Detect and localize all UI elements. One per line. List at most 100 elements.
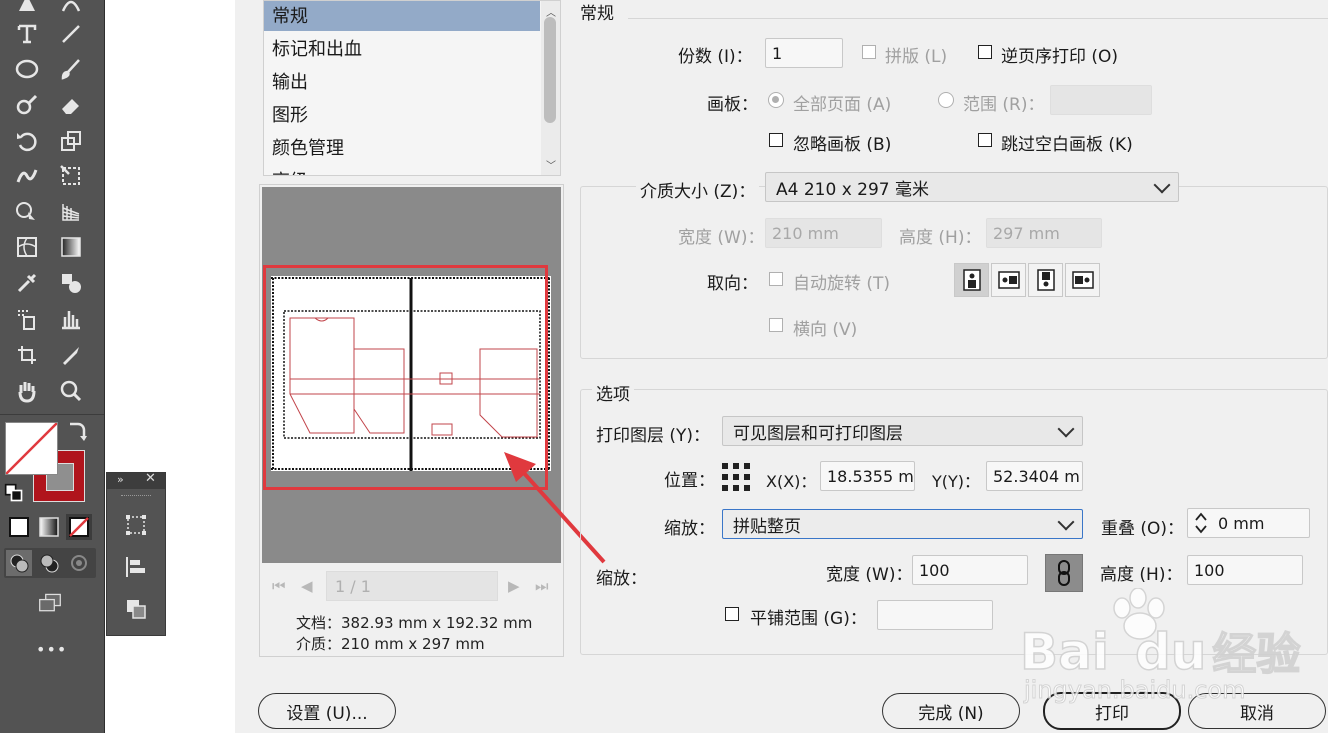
rotate-icon[interactable]	[12, 126, 42, 156]
shape-builder-icon[interactable]	[12, 197, 42, 227]
eyedropper-icon[interactable]	[12, 268, 42, 298]
category-item-general[interactable]: 常规	[264, 1, 540, 31]
pen-icon[interactable]	[12, 0, 42, 18]
none-mode-icon[interactable]	[66, 514, 92, 540]
y-label: Y(Y)：	[932, 472, 981, 491]
portrait-icon	[962, 269, 981, 291]
align-left-icon[interactable]	[122, 553, 150, 581]
reverse-portrait-icon	[1036, 269, 1055, 291]
stepper-icon[interactable]	[1193, 511, 1209, 535]
page-indicator-text: 1 / 1	[335, 576, 371, 596]
skip-blank-checkbox[interactable]	[978, 133, 992, 147]
collapse-icon[interactable]: »	[117, 473, 124, 486]
swap-colors-icon[interactable]	[64, 420, 88, 444]
auto-rotate-checkbox[interactable]	[769, 272, 783, 286]
draw-normal-icon[interactable]	[6, 550, 32, 576]
pathfinder-icon[interactable]	[122, 595, 150, 623]
hand-icon[interactable]	[12, 376, 42, 406]
slice-icon[interactable]	[56, 340, 86, 370]
perspective-grid-icon[interactable]	[56, 197, 86, 227]
next-page-icon[interactable]: ▶	[508, 577, 520, 595]
portrait-button[interactable]	[954, 263, 989, 297]
blend-icon[interactable]	[56, 268, 86, 298]
watermark-brand-cn: 经验	[1212, 628, 1302, 681]
color-mode-icon[interactable]	[6, 514, 32, 540]
curvature-icon[interactable]	[56, 0, 86, 18]
last-page-icon[interactable]: ⏭	[535, 577, 549, 595]
prev-page-icon[interactable]: ◀	[301, 577, 313, 595]
scroll-thumb[interactable]	[544, 17, 556, 123]
gradient-mode-icon[interactable]	[36, 514, 62, 540]
more-tools-icon[interactable]: •••	[36, 640, 67, 659]
section-title-general: 常规	[580, 4, 614, 24]
constrain-proportions-button[interactable]	[1045, 554, 1083, 592]
draw-inside-icon[interactable]	[66, 550, 92, 576]
puppet-warp-icon[interactable]	[12, 161, 42, 191]
default-colors-icon[interactable]	[4, 483, 24, 503]
reverse-order-checkbox[interactable]	[978, 45, 992, 59]
scaling-select[interactable]: 拼贴整页	[722, 509, 1083, 539]
draw-behind-icon[interactable]	[36, 550, 62, 576]
close-icon[interactable]: ✕	[145, 471, 156, 486]
category-item-graphics[interactable]: 图形	[264, 98, 540, 130]
type-icon[interactable]	[12, 19, 42, 49]
media-height-input[interactable]: 297 mm	[986, 218, 1102, 248]
width-label: 宽度 (W)：	[678, 228, 765, 248]
position-y-input[interactable]: 52.3404 m	[986, 461, 1083, 491]
reverse-portrait-button[interactable]	[1028, 263, 1063, 297]
scroll-down-icon[interactable]: ﹀	[546, 157, 556, 172]
reference-point-icon[interactable]	[721, 462, 751, 492]
mesh-icon[interactable]	[12, 232, 42, 262]
link-icon	[1058, 560, 1070, 586]
artboard-icon[interactable]	[12, 340, 42, 370]
reverse-landscape-button[interactable]	[1065, 263, 1100, 297]
setup-button[interactable]: 设置 (U)...	[258, 693, 396, 729]
media-width-input[interactable]: 210 mm	[765, 218, 882, 248]
copies-input[interactable]: 1	[765, 38, 843, 68]
category-item-output[interactable]: 输出	[264, 65, 540, 97]
zoom-icon[interactable]	[56, 376, 86, 406]
brush-icon[interactable]	[56, 54, 86, 84]
fill-swatch-icon[interactable]	[5, 422, 58, 475]
collate-checkbox[interactable]	[862, 45, 876, 59]
scale-label: 缩放：	[596, 569, 647, 589]
scale-height-input[interactable]: 100	[1187, 555, 1303, 585]
category-item-color-management[interactable]: 颜色管理	[264, 131, 540, 163]
scale-width-label: 宽度 (W)：	[826, 565, 913, 585]
category-item-marks-bleed[interactable]: 标记和出血	[264, 32, 540, 64]
ignore-artboards-checkbox[interactable]	[769, 133, 783, 147]
done-button[interactable]: 完成 (N)	[882, 693, 1020, 729]
media-size-select[interactable]: A4 210 x 297 毫米	[765, 172, 1179, 202]
first-page-icon[interactable]: ⏮	[272, 577, 286, 595]
gradient-icon[interactable]	[56, 232, 86, 262]
eraser-icon[interactable]	[56, 90, 86, 120]
symbol-sprayer-icon[interactable]	[12, 304, 42, 334]
print-layers-select[interactable]: 可见图层和可打印图层	[722, 416, 1083, 446]
range-radio[interactable]	[938, 92, 954, 108]
page-indicator[interactable]: 1 / 1	[326, 571, 498, 601]
category-list[interactable]: 常规 标记和出血 输出 图形 颜色管理 高级 ︿ ﹀	[263, 0, 561, 176]
column-graph-icon[interactable]	[56, 304, 86, 334]
range-input[interactable]	[1050, 85, 1152, 115]
scale-width-input[interactable]: 100	[912, 555, 1028, 585]
landscape-button[interactable]	[991, 263, 1026, 297]
landscape-icon	[997, 271, 1020, 289]
document-size-info: 文档：382.93 mm x 192.32 mm	[296, 614, 533, 632]
line-icon[interactable]	[56, 19, 86, 49]
landscape-checkbox[interactable]	[769, 318, 783, 332]
screen-mode-icon[interactable]	[32, 588, 68, 618]
transform-icon[interactable]	[122, 511, 150, 539]
all-pages-label: 全部页面 (A)	[793, 95, 892, 115]
tile-range-checkbox[interactable]	[725, 607, 739, 621]
position-x-input[interactable]: 18.5355 m	[820, 461, 915, 491]
free-transform-icon[interactable]	[56, 161, 86, 191]
scale-icon[interactable]	[56, 126, 86, 156]
all-pages-radio[interactable]	[768, 92, 784, 108]
ellipse-icon[interactable]	[12, 54, 42, 84]
list-scrollbar[interactable]: ︿ ﹀	[541, 1, 560, 175]
media-size-label: 介质大小 (Z)：	[636, 177, 760, 202]
tile-range-input[interactable]	[877, 600, 993, 630]
category-item-advanced[interactable]: 高级	[264, 164, 540, 175]
tools-panel: •••	[0, 0, 105, 733]
shaper-icon[interactable]	[12, 90, 42, 120]
